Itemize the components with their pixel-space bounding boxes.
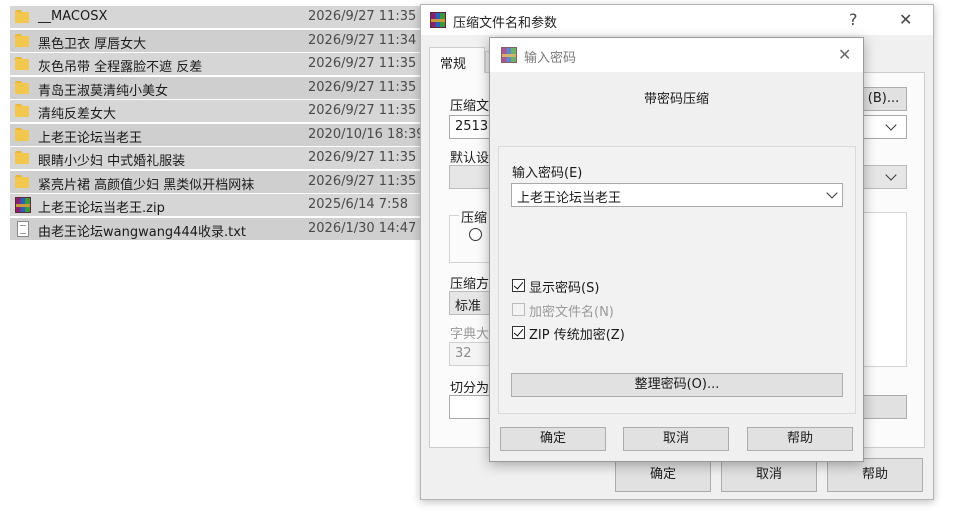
browse-button[interactable]: (B)...: [861, 87, 907, 111]
folder-icon: [15, 33, 31, 49]
zip-icon: [15, 197, 31, 213]
file-name: 上老王论坛当老王.zip: [38, 201, 165, 216]
password-dialog-titlebar: 输入密码 ✕: [490, 38, 863, 72]
archive-name-dropdown-tail[interactable]: [861, 115, 907, 139]
chevron-down-icon: [885, 169, 897, 181]
file-row[interactable]: 眼睛小少妇 中式婚礼服装 2026/9/27 11:35: [10, 147, 420, 169]
show-password-checkbox[interactable]: [512, 279, 525, 292]
password-dialog-title: 输入密码: [524, 51, 577, 66]
file-name: 上老王论坛当老王: [38, 130, 143, 146]
archive-dialog-title: 压缩文件名和参数: [453, 16, 558, 31]
ok-button[interactable]: 确定: [500, 427, 606, 451]
encrypt-filenames-label[interactable]: 加密文件名(N): [529, 301, 614, 320]
zip-legacy-encryption-label[interactable]: ZIP 传统加密(Z): [529, 324, 625, 343]
zip-legacy-encryption-checkbox[interactable]: [512, 326, 525, 339]
file-row[interactable]: 青岛王淑莫清纯小美女 2026/9/27 11:35: [10, 76, 420, 99]
file-modified-date: 2026/9/27 11:35: [308, 9, 417, 24]
compression-method-dropdown[interactable]: 标准: [449, 291, 493, 315]
file-modified-date: 2026/9/27 11:35: [308, 79, 417, 95]
file-row[interactable]: 黑色卫衣 厚唇女大 2026/9/27 11:34: [10, 29, 420, 52]
file-modified-date: 2020/10/16 18:39: [308, 126, 425, 142]
winrar-icon: [501, 47, 517, 63]
compression-method-label: 压缩方: [450, 277, 490, 292]
enter-password-dialog: 输入密码 ✕ 带密码压缩 输入密码(E) 上老王论坛当老王 显示密码(S) 加密…: [489, 37, 864, 462]
file-modified-date: 2026/9/27 11:35: [308, 103, 417, 118]
close-icon[interactable]: ✕: [838, 45, 851, 64]
file-name: 灰色吊带 全程露脸不遮 反差: [38, 60, 203, 75]
file-name: 紧亮片裙 高颜值少妇 黑类似开档网袜: [38, 177, 255, 193]
file-name: 清纯反差女大: [38, 107, 117, 122]
cancel-button[interactable]: 取消: [623, 427, 729, 451]
split-volume-input[interactable]: [449, 395, 493, 419]
file-row[interactable]: 上老王论坛当老王 2020/10/16 18:39: [10, 123, 425, 146]
dictionary-size-dropdown[interactable]: 32: [449, 342, 493, 366]
file-name: __MACOSX: [38, 9, 108, 24]
password-input[interactable]: 上老王论坛当老王: [511, 183, 843, 207]
folder-icon: [15, 9, 31, 25]
cancel-button[interactable]: 取消: [721, 458, 817, 492]
options-group: [861, 212, 907, 367]
file-modified-date: 2026/1/30 14:47: [308, 220, 417, 236]
file-row[interactable]: 灰色吊带 全程露脸不遮 反差 2026/9/27 11:35: [10, 53, 420, 75]
file-name: 由老王论坛wangwang444收录.txt: [38, 224, 247, 240]
chevron-down-icon: [885, 119, 897, 131]
txt-icon: [17, 220, 29, 237]
encrypt-filenames-checkbox[interactable]: [512, 303, 525, 316]
file-modified-date: 2026/9/27 11:34: [308, 32, 417, 48]
file-name: 黑色卫衣 厚唇女大: [38, 36, 147, 52]
folder-icon: [15, 174, 31, 190]
file-row[interactable]: 由老王论坛wangwang444收录.txt 2026/1/30 14:47: [10, 217, 420, 240]
archive-name-input[interactable]: 2513.z: [449, 115, 493, 139]
tab-general[interactable]: 常规: [429, 47, 485, 73]
help-button[interactable]: 帮助: [747, 427, 853, 451]
split-volume-label: 切分为: [450, 381, 490, 396]
ok-button[interactable]: 确定: [615, 458, 711, 492]
help-button[interactable]: 帮助: [827, 458, 923, 492]
format-radio-icon[interactable]: [469, 228, 482, 241]
close-icon[interactable]: ✕: [899, 10, 912, 29]
folder-icon: [15, 150, 31, 166]
file-row[interactable]: 紧亮片裙 高颜值少妇 黑类似开档网袜 2026/9/27 11:35: [10, 170, 420, 193]
file-modified-date: 2025/6/14 7:58: [308, 197, 408, 212]
folder-icon: [15, 80, 31, 96]
show-password-label[interactable]: 显示密码(S): [529, 277, 599, 296]
folder-icon: [15, 56, 31, 72]
file-modified-date: 2026/9/27 11:35: [308, 173, 417, 189]
profile-dropdown-tail[interactable]: [861, 165, 907, 189]
file-row[interactable]: 清纯反差女大 2026/9/27 11:35: [10, 100, 420, 122]
file-name: 青岛王淑莫清纯小美女: [38, 83, 169, 99]
winrar-icon: [430, 12, 446, 28]
file-modified-date: 2026/9/27 11:35: [308, 56, 417, 71]
file-name: 眼睛小少妇 中式婚礼服装: [38, 154, 186, 169]
password-label: 输入密码(E): [512, 166, 583, 181]
file-modified-date: 2026/9/27 11:35: [308, 150, 417, 165]
folder-icon: [15, 103, 31, 119]
organize-passwords-button[interactable]: 整理密码(O)...: [511, 373, 843, 397]
file-row[interactable]: 上老王论坛当老王.zip 2025/6/14 7:58: [10, 194, 420, 216]
file-row[interactable]: __MACOSX 2026/9/27 11:35: [10, 6, 420, 28]
archive-name-label: 压缩文: [450, 99, 490, 114]
help-icon[interactable]: ?: [849, 10, 858, 29]
default-profile-label: 默认设: [450, 151, 490, 166]
archive-format-label: 压缩: [459, 207, 490, 226]
dictionary-size-label: 字典大: [450, 327, 490, 342]
folder-icon: [15, 127, 31, 143]
profile-dropdown[interactable]: [449, 165, 493, 189]
password-dialog-heading: 带密码压缩: [644, 92, 710, 107]
set-password-button-tail[interactable]: [861, 395, 907, 419]
archive-dialog-titlebar: 压缩文件名和参数 ? ✕: [421, 5, 933, 35]
